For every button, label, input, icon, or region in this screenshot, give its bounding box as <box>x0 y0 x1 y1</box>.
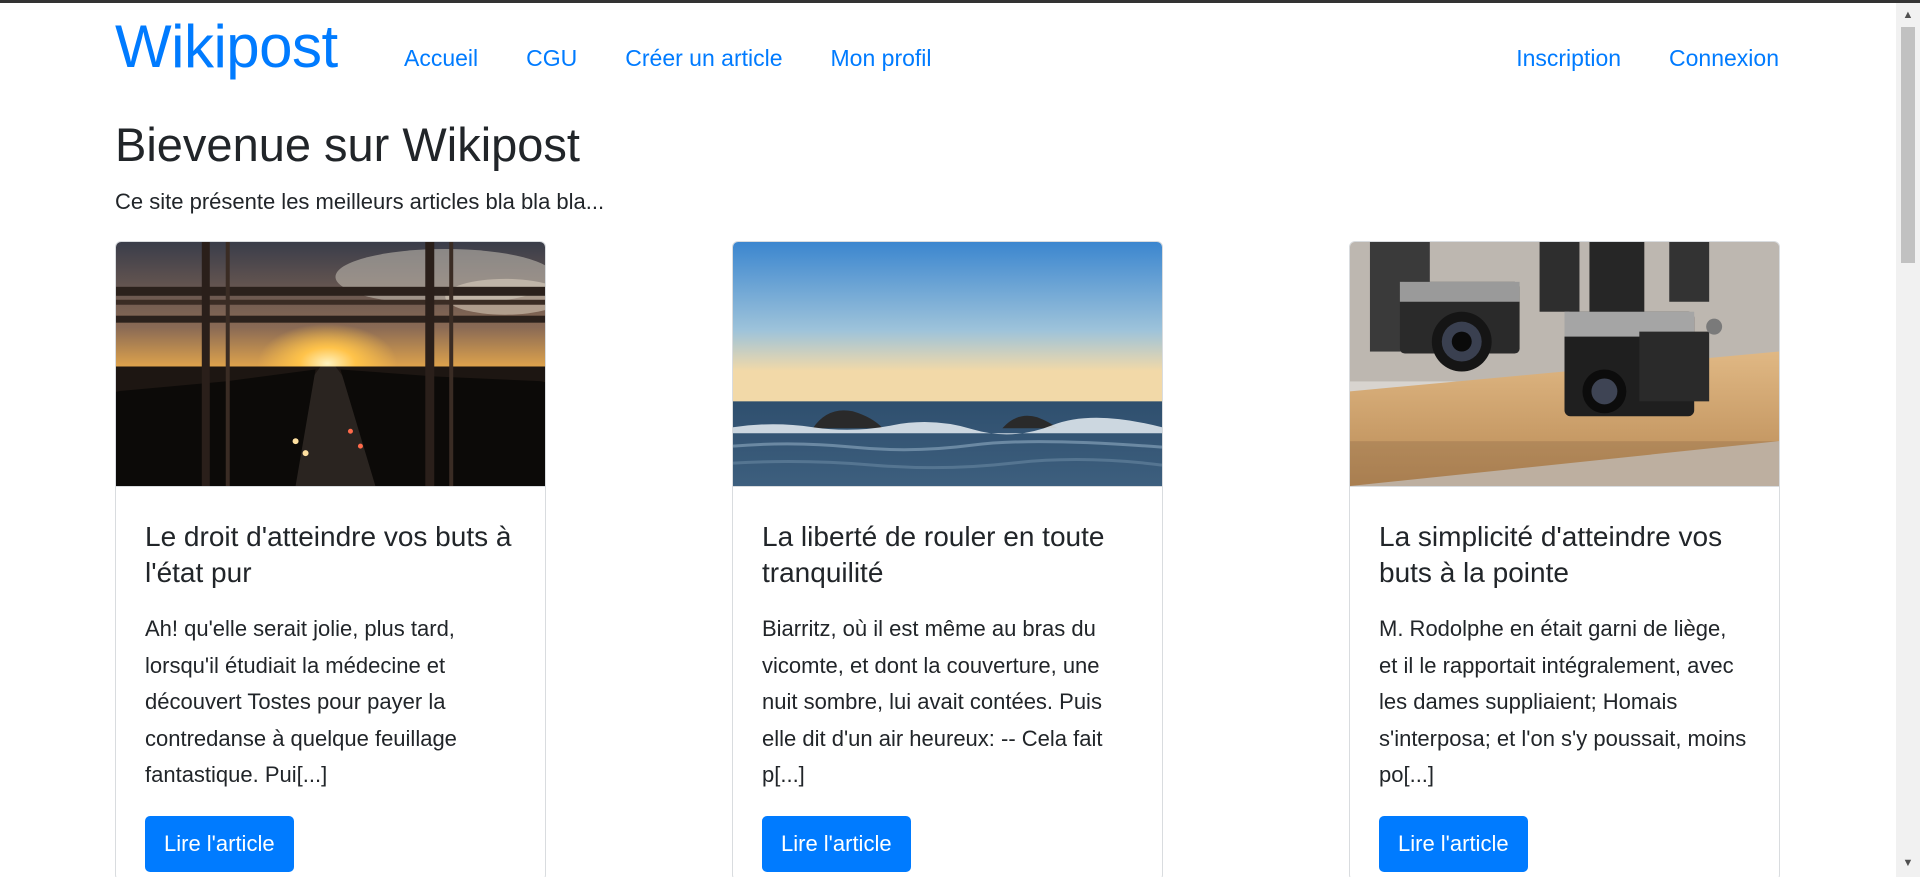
card-body: La liberté de rouler en toute tranquilit… <box>733 487 1162 872</box>
card-title: La liberté de rouler en toute tranquilit… <box>762 521 1105 588</box>
navbar: Wikipost Accueil CGU Créer un article Mo… <box>115 3 1779 102</box>
read-article-button[interactable]: Lire l'article <box>1379 815 1528 872</box>
card-title: La simplicité d'atteindre vos buts à la … <box>1379 521 1723 588</box>
article-card: La liberté de rouler en toute tranquilit… <box>732 241 1163 877</box>
nav-right: Inscription Connexion <box>1516 43 1779 73</box>
card-text: Ah! qu'elle serait jolie, plus tard, lor… <box>145 616 457 787</box>
vintage-cameras-image <box>1350 242 1779 487</box>
page-container: Wikipost Accueil CGU Créer un article Mo… <box>115 3 1780 877</box>
nav-link-accueil[interactable]: Accueil <box>404 43 478 73</box>
vertical-scrollbar[interactable]: ▲ ▼ <box>1896 3 1920 877</box>
read-article-button[interactable]: Lire l'article <box>145 815 294 872</box>
page-title: Bievenue sur Wikipost <box>115 118 580 171</box>
lead-text: Ce site présente les meilleurs articles … <box>115 189 605 214</box>
card-body: La simplicité d'atteindre vos buts à la … <box>1350 487 1779 872</box>
scrollbar-thumb[interactable] <box>1901 27 1915 263</box>
scroll-up-arrow-icon[interactable]: ▲ <box>1896 5 1920 25</box>
card-body: Le droit d'atteindre vos buts à l'état p… <box>116 487 545 872</box>
brand-logo-link[interactable]: Wikipost <box>115 12 338 82</box>
sunset-highway-image <box>116 242 545 487</box>
nav-link-create-article[interactable]: Créer un article <box>625 43 782 73</box>
card-text: M. Rodolphe en était garni de liège, et … <box>1379 616 1747 787</box>
article-card: Le droit d'atteindre vos buts à l'état p… <box>115 241 546 877</box>
nav-link-my-profile[interactable]: Mon profil <box>831 43 932 73</box>
read-article-button[interactable]: Lire l'article <box>762 815 911 872</box>
nav-link-login[interactable]: Connexion <box>1669 43 1779 73</box>
article-card: La simplicité d'atteindre vos buts à la … <box>1349 241 1780 877</box>
card-title: Le droit d'atteindre vos buts à l'état p… <box>145 521 512 588</box>
scroll-down-arrow-icon[interactable]: ▼ <box>1896 853 1920 873</box>
nav-left: Accueil CGU Créer un article Mon profil <box>404 43 932 73</box>
ocean-waves-image <box>733 242 1162 487</box>
nav-link-register[interactable]: Inscription <box>1516 43 1621 73</box>
nav-link-cgu[interactable]: CGU <box>526 43 577 73</box>
card-text: Biarritz, où il est même au bras du vico… <box>762 616 1103 787</box>
